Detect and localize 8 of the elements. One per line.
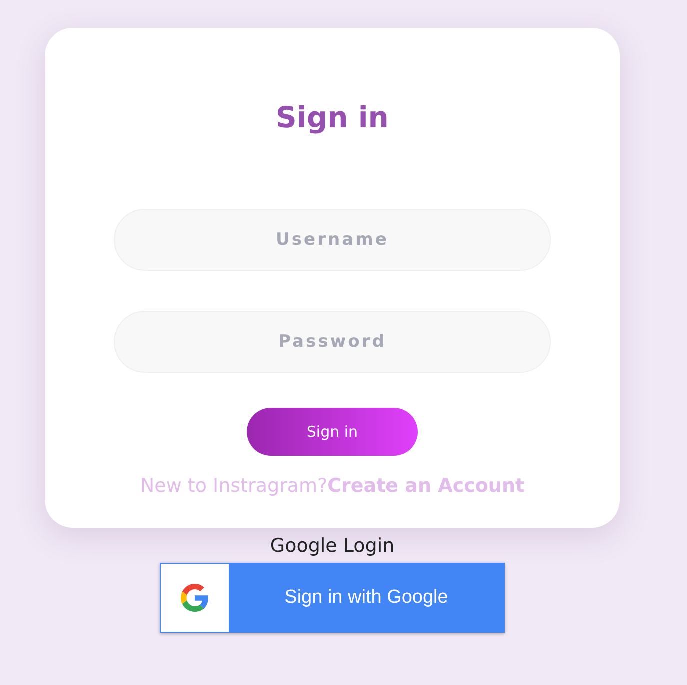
username-field[interactable]: Username (114, 209, 551, 271)
g-logo-icon (181, 584, 209, 612)
google-sign-in-button[interactable]: Sign in with Google (160, 563, 505, 633)
signup-prompt: New to Instragram? (140, 474, 328, 499)
sign-in-button[interactable]: Sign in (247, 408, 418, 456)
password-field[interactable]: Password (114, 311, 551, 373)
google-login-heading: Google Login (269, 534, 396, 558)
card-title: Sign in (276, 104, 389, 132)
